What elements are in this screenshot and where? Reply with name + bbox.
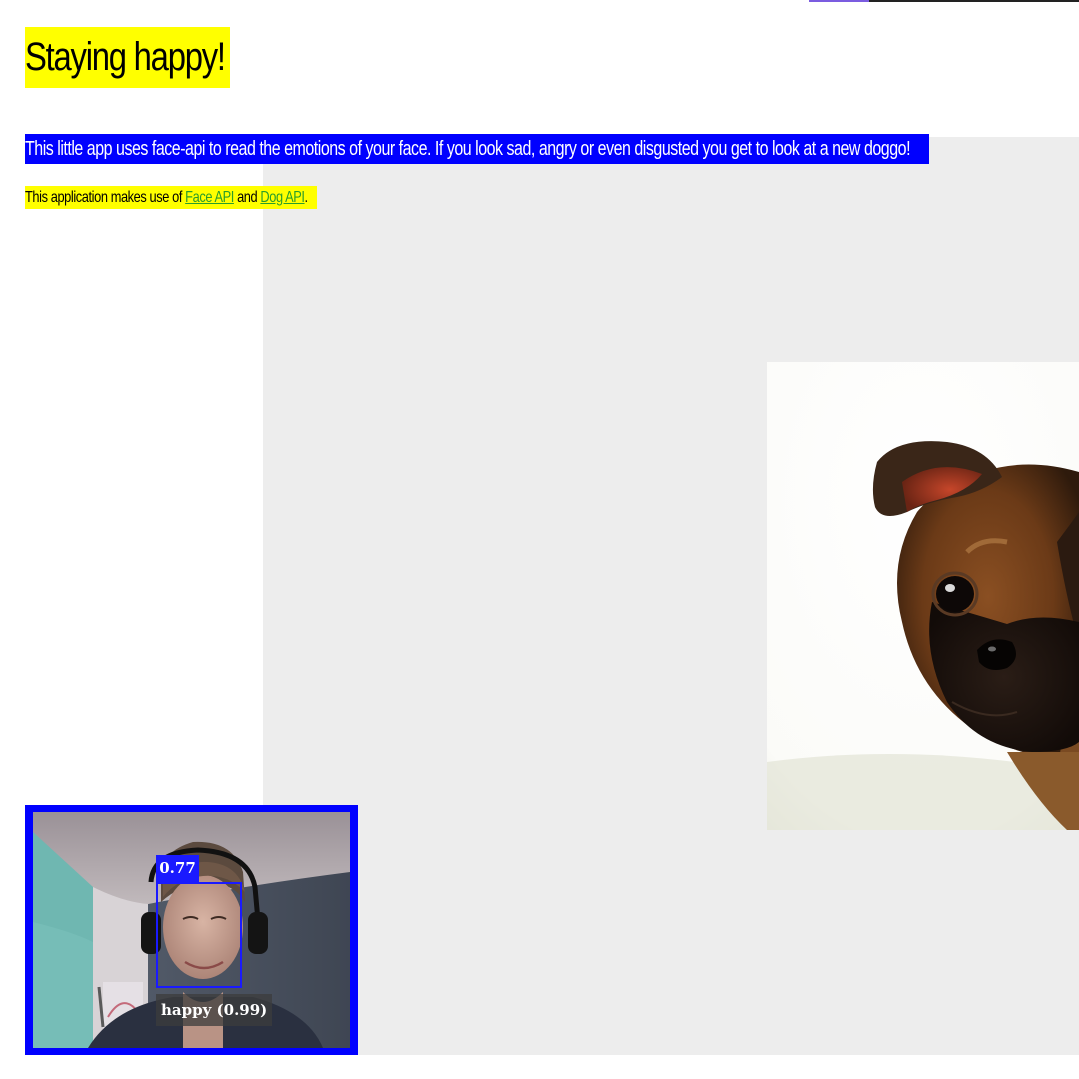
dog-image bbox=[767, 362, 1079, 830]
credits-text: This application makes use of Face API a… bbox=[25, 186, 317, 209]
detection-score-label: 0.77 bbox=[156, 855, 199, 882]
credits-prefix: This application makes use of bbox=[25, 189, 186, 206]
app-description: This little app uses face-api to read th… bbox=[25, 134, 929, 164]
webcam-frame: 0.77 happy (0.99) bbox=[25, 805, 358, 1055]
expression-label: happy (0.99) bbox=[156, 994, 273, 1026]
webcam-video: 0.77 happy (0.99) bbox=[33, 812, 350, 1048]
dog-photo-icon bbox=[767, 362, 1079, 830]
top-bar bbox=[809, 0, 1079, 2]
dog-api-link[interactable]: Dog API bbox=[260, 189, 305, 206]
top-bar-accent bbox=[809, 0, 869, 2]
credits-suffix: . bbox=[304, 189, 309, 206]
credits-and: and bbox=[233, 189, 261, 206]
face-api-link[interactable]: Face API bbox=[185, 189, 234, 206]
face-detection-box bbox=[156, 882, 242, 988]
page: Staying happy! This little app uses face… bbox=[0, 0, 1079, 1079]
page-title: Staying happy! bbox=[25, 27, 230, 88]
